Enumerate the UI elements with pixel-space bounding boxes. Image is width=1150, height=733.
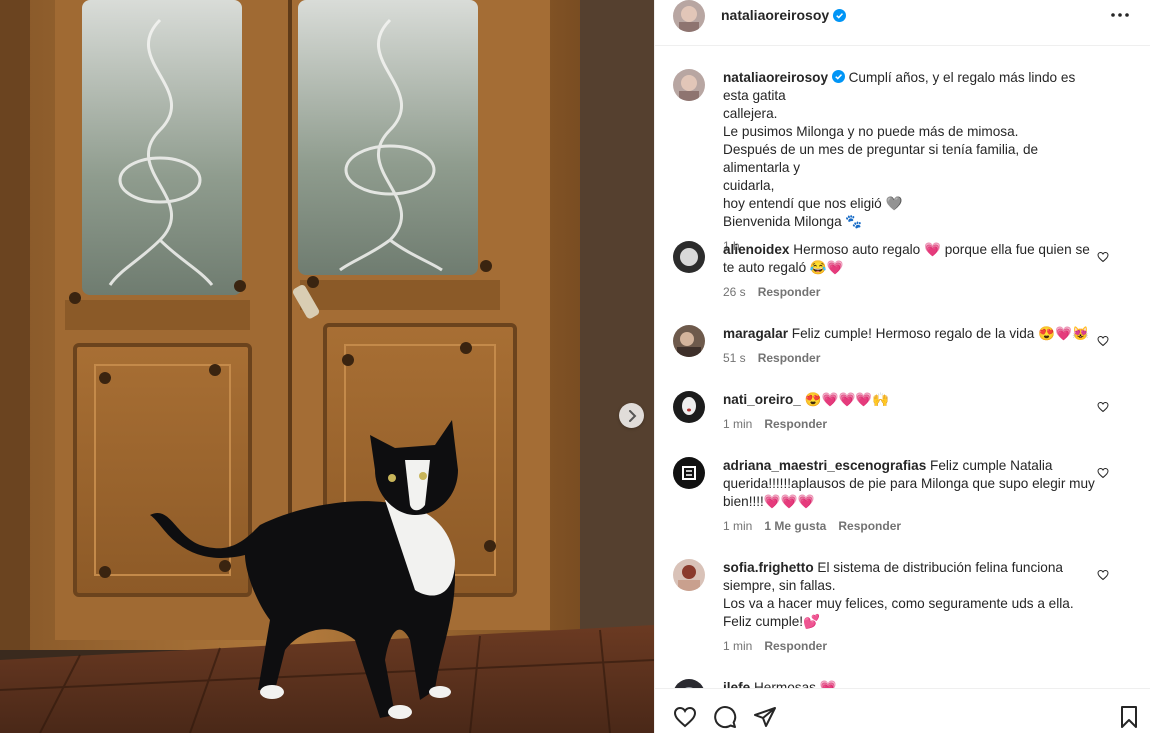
- author-name-row: nataliaoreirosoy: [721, 7, 847, 23]
- author-avatar-small[interactable]: [673, 69, 705, 101]
- next-media-button[interactable]: [619, 403, 644, 428]
- commenter-avatar[interactable]: [673, 241, 705, 273]
- heart-outline-icon[interactable]: [1097, 251, 1109, 263]
- author-avatar-small-image: [673, 69, 705, 101]
- comment-text: Hermosas 💗: [753, 680, 837, 688]
- caption-username[interactable]: nataliaoreirosoy: [723, 70, 828, 85]
- caption-line: hoy entendí que nos eligió 🩶: [723, 196, 903, 211]
- comment-body: ilefe Hermosas 💗: [723, 679, 1098, 688]
- caption-line: callejera.: [723, 106, 778, 121]
- reply-button[interactable]: Responder: [838, 517, 901, 535]
- comment-bubble-icon[interactable]: [713, 705, 737, 729]
- comment-time[interactable]: 1 min: [723, 637, 752, 655]
- commenter-avatar-image: [673, 679, 705, 688]
- comment-text: Feliz cumple!💕: [723, 614, 821, 629]
- author-avatar-image: [673, 0, 705, 32]
- comment-username[interactable]: sofia.frighetto: [723, 560, 814, 575]
- commenter-avatar-image: [673, 391, 705, 423]
- comment-body: maragalar Feliz cumple! Hermoso regalo d…: [723, 325, 1098, 367]
- comment-body: adriana_maestri_escenografias Feliz cump…: [723, 457, 1098, 535]
- comment-username[interactable]: maragalar: [723, 326, 788, 341]
- caption-line: Bienvenida Milonga 🐾: [723, 214, 863, 229]
- heart-outline-icon[interactable]: [1097, 467, 1109, 479]
- commenter-avatar[interactable]: [673, 325, 705, 357]
- comment-body: nati_oreiro_ 😍💗💗💗🙌 1 min Responder: [723, 391, 1098, 433]
- comment-text: Hermoso auto regalo 💗 porque ella fue qu…: [793, 242, 1090, 257]
- comment-text: querida!!!!!!aplausos de pie para Milong…: [723, 476, 1095, 491]
- more-dots-icon[interactable]: [1109, 6, 1131, 24]
- verified-badge-icon: [831, 70, 845, 83]
- comment-time[interactable]: 51 s: [723, 349, 746, 367]
- caption-line: cuidarla,: [723, 178, 775, 193]
- reply-button[interactable]: Responder: [758, 283, 821, 301]
- comment-text: Los va a hacer muy felices, como seguram…: [723, 596, 1074, 611]
- comment-time[interactable]: 1 min: [723, 517, 752, 535]
- comment-text: Feliz cumple Natalia: [930, 458, 1053, 473]
- comment-meta: 1 min Responder: [723, 637, 1098, 655]
- comment-time[interactable]: 26 s: [723, 283, 746, 301]
- comments-list[interactable]: nataliaoreirosoy Cumplí años, y el regal…: [655, 47, 1150, 688]
- post-media[interactable]: [0, 0, 654, 733]
- commenter-avatar-image: [673, 457, 705, 489]
- heart-outline-icon[interactable]: [1097, 569, 1109, 581]
- post-side-panel: nataliaoreirosoy nataliaoreirosoy Cumplí…: [654, 0, 1150, 733]
- comment-username[interactable]: ilefe: [723, 680, 750, 688]
- reply-button[interactable]: Responder: [758, 349, 821, 367]
- commenter-avatar[interactable]: [673, 559, 705, 591]
- post-photo: [0, 0, 654, 733]
- comment-likes[interactable]: 1 Me gusta: [764, 517, 826, 535]
- verified-badge-icon: [833, 8, 847, 22]
- author-avatar[interactable]: [673, 0, 705, 32]
- comment-meta: 1 min Responder: [723, 415, 1098, 433]
- comment-username[interactable]: adriana_maestri_escenografias: [723, 458, 926, 473]
- caption-line: Le pusimos Milonga y no puede más de mim…: [723, 124, 1019, 139]
- commenter-avatar-image: [673, 241, 705, 273]
- post-actions-bar: [655, 688, 1150, 733]
- caption-line: Después de un mes de preguntar si tenía …: [723, 142, 1039, 175]
- comment-text: siempre, sin fallas.: [723, 578, 836, 593]
- reply-button[interactable]: Responder: [764, 415, 827, 433]
- chevron-right-icon: [628, 409, 636, 422]
- comment-body: sofia.frighetto El sistema de distribuci…: [723, 559, 1098, 655]
- comment-meta: 26 s Responder: [723, 283, 1098, 301]
- commenter-avatar[interactable]: [673, 679, 705, 688]
- heart-outline-icon[interactable]: [1097, 335, 1109, 347]
- heart-outline-icon[interactable]: [1097, 401, 1109, 413]
- comment-username[interactable]: alienoidex: [723, 242, 789, 257]
- author-username[interactable]: nataliaoreirosoy: [721, 7, 829, 23]
- heart-outline-icon[interactable]: [673, 705, 697, 729]
- comment-username[interactable]: nati_oreiro_: [723, 392, 801, 407]
- caption-body: nataliaoreirosoy Cumplí años, y el regal…: [723, 69, 1098, 255]
- comment-text: Feliz cumple! Hermoso regalo de la vida …: [791, 326, 1089, 341]
- comment-time[interactable]: 1 min: [723, 415, 752, 433]
- commenter-avatar[interactable]: [673, 457, 705, 489]
- commenter-avatar-image: [673, 559, 705, 591]
- paper-plane-icon[interactable]: [753, 705, 777, 729]
- comment-text: El sistema de distribución felina funcio…: [817, 560, 1063, 575]
- comment-body: alienoidex Hermoso auto regalo 💗 porque …: [723, 241, 1098, 301]
- commenter-avatar-image: [673, 325, 705, 357]
- bookmark-icon[interactable]: [1117, 705, 1141, 729]
- comment-text: 😍💗💗💗🙌: [804, 392, 890, 407]
- post-header: nataliaoreirosoy: [655, 0, 1150, 46]
- comment-meta: 1 min 1 Me gusta Responder: [723, 517, 1098, 535]
- comment-text: bien!!!!💗💗💗: [723, 494, 815, 509]
- commenter-avatar[interactable]: [673, 391, 705, 423]
- comment-meta: 51 s Responder: [723, 349, 1098, 367]
- reply-button[interactable]: Responder: [764, 637, 827, 655]
- comment-text: te auto regaló 😂💗: [723, 260, 844, 275]
